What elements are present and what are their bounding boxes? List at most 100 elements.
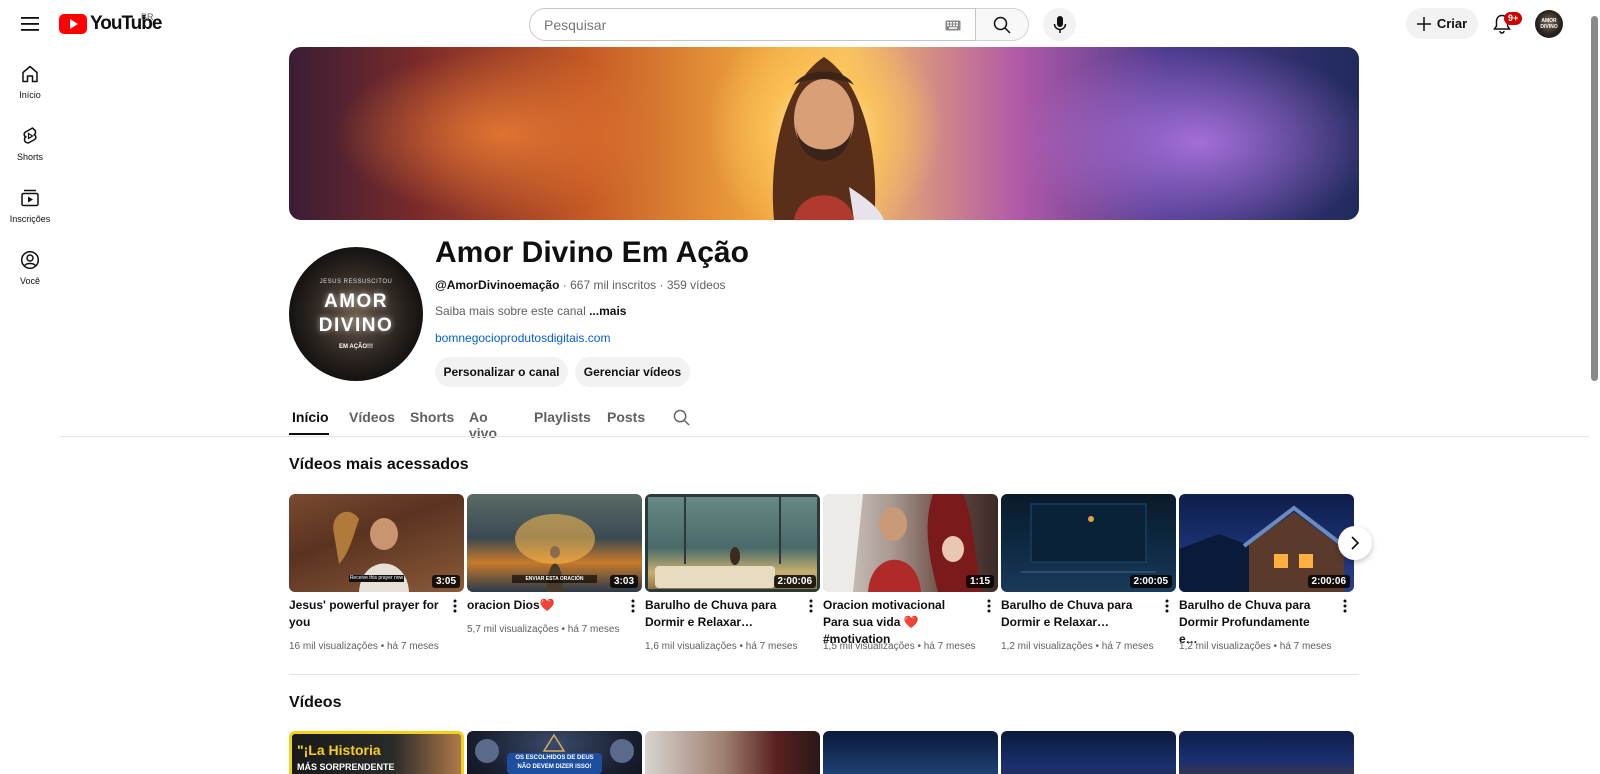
video-thumbnail[interactable]: OS ESCOLHIDOS DE DEUS NÃO DEVEM DIZER IS… (467, 731, 642, 774)
notification-badge: 9+ (1504, 12, 1523, 25)
you-icon (20, 250, 40, 270)
video-thumbnail[interactable]: ENVIAR ESTA ORACIÓN 3:03 (467, 494, 642, 592)
channel-avatar-top-text: JESUS RESSUSCITOU (319, 278, 393, 285)
channel-handle: @AmorDivinoemação (435, 278, 560, 292)
voice-search-button[interactable] (1043, 8, 1076, 41)
video-meta: 1,2 mil visualizações • há 7 meses (1179, 641, 1332, 652)
microphone-icon (1053, 15, 1066, 33)
tabs-divider (60, 436, 1590, 437)
upload-age: há 7 meses (567, 624, 620, 635)
popular-videos-title: Vídeos mais acessados (289, 456, 469, 473)
video-thumbnail[interactable] (645, 731, 820, 774)
more-options-icon[interactable] (448, 598, 462, 614)
sidebar-item-shorts[interactable]: Shorts (4, 118, 56, 174)
view-count: 1,2 mil visualizações (1179, 641, 1271, 652)
video-title[interactable]: Jesus' powerful prayer for you (289, 597, 439, 631)
sidebar-item-label: Você (19, 276, 41, 286)
sidebar-item-label: Inscrições (9, 214, 51, 224)
video-thumbnail[interactable]: 2:00:06 (1179, 494, 1354, 592)
region-code: BR (141, 12, 154, 22)
video-duration: 2:00:06 (1307, 575, 1350, 588)
video-thumbnail[interactable] (823, 731, 998, 774)
channel-search-icon[interactable] (673, 409, 690, 429)
about-more-link[interactable]: ...mais (589, 304, 626, 318)
banner-figure-image (772, 57, 884, 220)
more-options-icon[interactable] (982, 598, 996, 614)
videos-section-title: Vídeos (289, 694, 342, 711)
thumbnail-caption: OS ESCOLHIDOS DE DEUS (515, 755, 594, 761)
video-meta: 1,2 mil visualizações • há 7 meses (1001, 641, 1154, 652)
create-label: Criar (1436, 16, 1468, 31)
scrollbar-thumb[interactable] (1591, 16, 1598, 381)
sidebar-item-you[interactable]: Você (4, 242, 56, 298)
search-icon (993, 16, 1011, 34)
view-count: 1,2 mil visualizações (1001, 641, 1093, 652)
channel-avatar[interactable]: JESUS RESSUSCITOU AMOR DIVINO EM AÇÃO!!! (289, 247, 423, 381)
home-icon (22, 65, 38, 83)
manage-videos-button[interactable]: Gerenciar vídeos (575, 357, 690, 387)
more-options-icon[interactable] (804, 598, 818, 614)
carousel-next-button[interactable] (1338, 526, 1372, 560)
more-options-icon[interactable] (626, 598, 640, 614)
subscriber-count: 667 mil inscritos (570, 278, 657, 292)
channel-name: Amor Divino Em Ação (435, 236, 749, 269)
tab-playlists[interactable]: Playlists (534, 409, 591, 425)
thumbnail-caption: Receive this prayer now (349, 575, 404, 581)
video-meta: 1,6 mil visualizações • há 7 meses (645, 641, 798, 652)
upload-age: há 7 meses (923, 641, 976, 652)
sidebar-item-label: Shorts (16, 152, 43, 162)
video-thumbnail[interactable]: 1:15 (823, 494, 998, 592)
video-thumbnail[interactable] (1001, 731, 1176, 774)
tab-home[interactable]: Início (292, 409, 329, 425)
video-title[interactable]: Barulho de Chuva para Dormir e Relaxar… (1001, 597, 1151, 631)
upload-age: há 7 meses (387, 641, 439, 652)
more-options-icon[interactable] (1338, 598, 1352, 614)
sidebar-item-subscriptions[interactable]: Inscrições (4, 180, 56, 236)
video-thumbnail[interactable] (1179, 731, 1354, 774)
tab-posts[interactable]: Posts (607, 409, 645, 425)
channel-about[interactable]: Saiba mais sobre este canal ...mais (435, 304, 626, 318)
tab-shorts[interactable]: Shorts (410, 409, 454, 425)
video-title[interactable]: Barulho de Chuva para Dormir e Relaxar… (645, 597, 795, 631)
video-thumbnail[interactable]: Receive this prayer now 3:05 (289, 494, 464, 592)
search-button[interactable] (976, 8, 1029, 41)
more-options-icon[interactable] (1160, 598, 1174, 614)
video-duration: 2:00:06 (773, 575, 816, 588)
channel-external-link[interactable]: bomnegocioprodutosdigitais.com (435, 331, 610, 345)
video-duration: 3:03 (609, 575, 638, 588)
video-thumbnail[interactable]: 2:00:06 (645, 494, 820, 592)
tab-videos[interactable]: Vídeos (349, 409, 395, 425)
sidebar-item-home[interactable]: Início (4, 56, 56, 112)
about-text: Saiba mais sobre este canal (435, 304, 590, 318)
upload-age: há 7 meses (1101, 641, 1154, 652)
plus-icon (1416, 16, 1431, 31)
meta-separator: · (562, 278, 571, 292)
view-count: 1,6 mil visualizações (645, 641, 737, 652)
customize-channel-button[interactable]: Personalizar o canal (435, 357, 568, 387)
account-avatar[interactable]: AMOR DIVINO (1535, 10, 1563, 38)
sidebar-item-label: Início (19, 90, 41, 100)
search-box (529, 8, 976, 41)
video-thumbnail[interactable]: "¡La Historia MÁS SORPRENDENTE (289, 731, 464, 774)
search-input[interactable] (544, 16, 924, 33)
shorts-icon (23, 127, 37, 144)
video-meta: 16 mil visualizações • há 7 meses (289, 641, 439, 652)
section-divider (289, 674, 1359, 675)
thumbnail-caption: NÃO DEVEM DIZER ISSO! (517, 764, 592, 770)
youtube-play-icon (59, 14, 87, 34)
upload-age: há 7 meses (1279, 641, 1332, 652)
menu-icon[interactable] (14, 8, 46, 40)
channel-avatar-line2: DIVINO (318, 314, 394, 336)
keyboard-icon[interactable] (945, 18, 961, 36)
upload-age: há 7 meses (745, 641, 798, 652)
video-duration: 1:15 (965, 575, 994, 588)
thumbnail-caption: ENVIAR ESTA ORACIÓN (525, 576, 584, 582)
thumbnail-caption: "¡La Historia (297, 742, 381, 758)
view-count: 1,5 mil visualizações (823, 641, 915, 652)
create-button[interactable]: Criar (1406, 8, 1478, 39)
video-title[interactable]: oracion Dios❤️ (467, 597, 617, 614)
video-thumbnail[interactable]: 2:00:05 (1001, 494, 1176, 592)
channel-banner (289, 47, 1359, 220)
video-meta: 1,5 mil visualizações • há 7 meses (823, 641, 976, 652)
page-scrollbar[interactable] (1589, 0, 1600, 774)
